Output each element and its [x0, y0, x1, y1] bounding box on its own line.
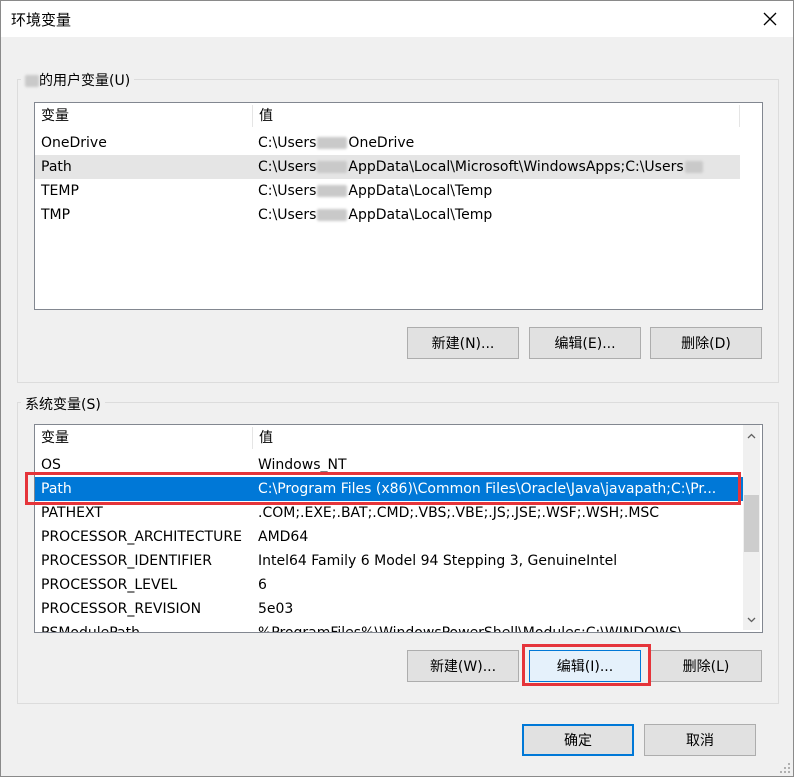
list-item[interactable]: PATHEXT .COM;.EXE;.BAT;.CMD;.VBS;.VBE;.J…: [35, 501, 744, 525]
column-header-value[interactable]: 值: [253, 103, 739, 129]
window-title: 环境变量: [11, 11, 72, 29]
cancel-button[interactable]: 取消: [644, 724, 756, 756]
system-variables-list[interactable]: 变量 值 OS Windows_NT Path C:\Program Files…: [34, 424, 763, 633]
list-item[interactable]: PROCESSOR_IDENTIFIER Intel64 Family 6 Mo…: [35, 549, 744, 573]
vertical-scrollbar[interactable]: [743, 425, 760, 630]
system-delete-button[interactable]: 删除(L): [650, 650, 762, 682]
ok-button[interactable]: 确定: [522, 724, 634, 756]
system-new-button[interactable]: 新建(W)...: [407, 650, 519, 682]
system-edit-button[interactable]: 编辑(I)...: [529, 650, 641, 682]
environment-variables-dialog: 环境变量 的用户变量(U) 变量 值 OneDrive C:\Users OneD…: [0, 0, 794, 777]
user-variables-label: 的用户变量(U): [21, 70, 135, 90]
list-header: 变量 值: [35, 103, 762, 129]
column-header-variable[interactable]: 变量: [35, 103, 253, 129]
redacted-username: [317, 161, 348, 173]
list-item-selected[interactable]: Path C:\Program Files (x86)\Common Files…: [35, 477, 744, 501]
list-item[interactable]: TEMP C:\Users AppData\Local\Temp: [35, 179, 762, 203]
redacted-username: [684, 161, 703, 173]
title-bar: 环境变量: [1, 1, 793, 37]
chevron-down-icon: [747, 617, 756, 622]
scroll-up-button[interactable]: [743, 427, 760, 444]
column-header-value[interactable]: 值: [253, 425, 739, 451]
user-delete-button[interactable]: 删除(D): [650, 327, 762, 359]
close-icon: [763, 12, 777, 26]
scrollbar-thumb[interactable]: [744, 495, 759, 552]
list-item[interactable]: PROCESSOR_LEVEL 6: [35, 573, 744, 597]
chevron-up-icon: [747, 433, 756, 438]
redacted-username: [25, 75, 39, 87]
system-variables-label: 系统变量(S): [21, 394, 105, 414]
list-header: 变量 值: [35, 425, 762, 451]
list-item[interactable]: PROCESSOR_REVISION 5e03: [35, 597, 744, 621]
scroll-down-button[interactable]: [743, 611, 760, 628]
list-item[interactable]: PSModulePath %ProgramFiles%\WindowsPower…: [35, 621, 744, 632]
user-edit-button[interactable]: 编辑(E)...: [529, 327, 641, 359]
list-item[interactable]: PROCESSOR_ARCHITECTURE AMD64: [35, 525, 744, 549]
list-item[interactable]: OneDrive C:\Users OneDrive: [35, 131, 762, 155]
close-button[interactable]: [747, 1, 793, 37]
redacted-username: [317, 185, 348, 197]
redacted-username: [317, 209, 348, 221]
user-new-button[interactable]: 新建(N)...: [407, 327, 519, 359]
resize-grip-icon[interactable]: [779, 762, 791, 774]
list-item[interactable]: Path C:\Users AppData\Local\Microsoft\Win…: [35, 155, 740, 179]
list-item[interactable]: TMP C:\Users AppData\Local\Temp: [35, 203, 762, 227]
redacted-username: [317, 137, 348, 149]
column-header-variable[interactable]: 变量: [35, 425, 253, 451]
user-variables-list[interactable]: 变量 值 OneDrive C:\Users OneDrive Path C:\U…: [34, 102, 763, 310]
list-item[interactable]: OS Windows_NT: [35, 453, 744, 477]
